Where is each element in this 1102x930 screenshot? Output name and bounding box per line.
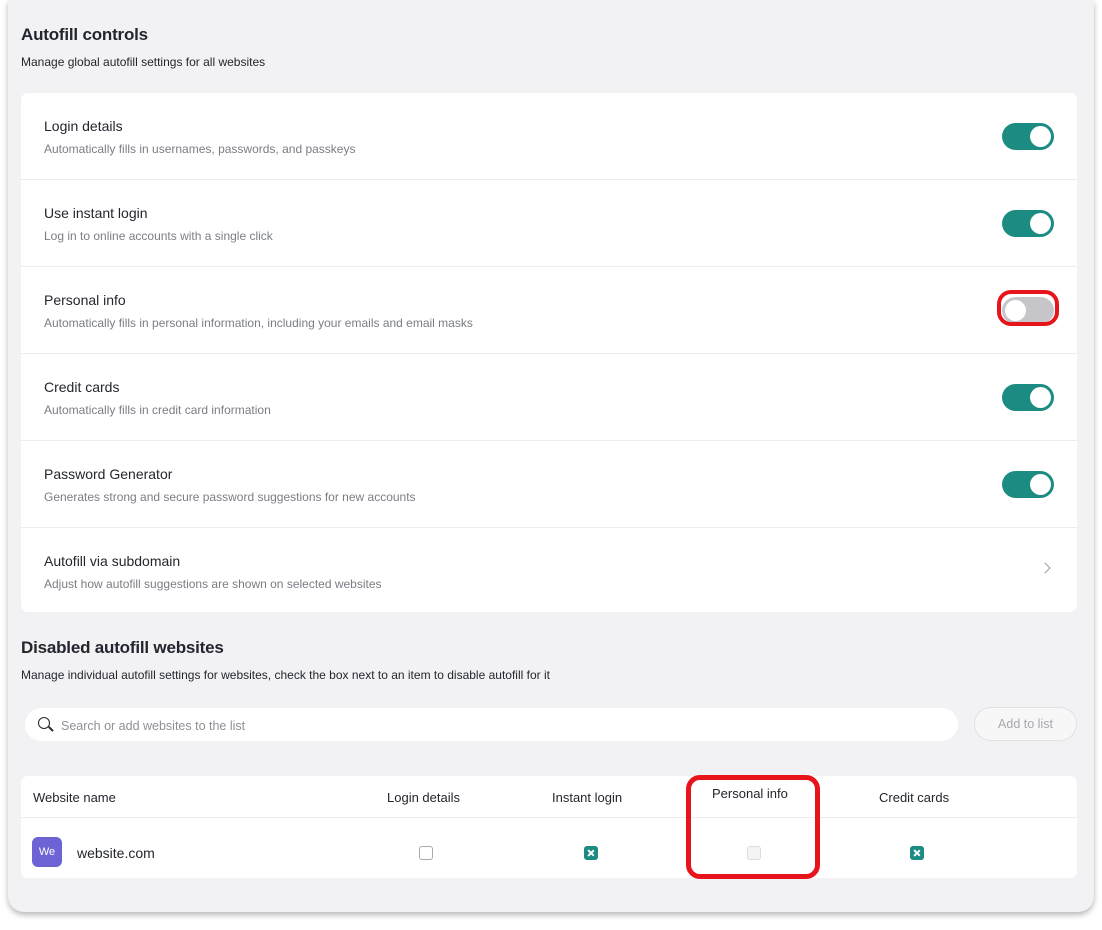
setting-description: Log in to online accounts with a single … [44, 229, 273, 243]
setting-description: Adjust how autofill suggestions are show… [44, 577, 382, 591]
setting-row-password-generator: Password Generator Generates strong and … [21, 441, 1077, 528]
disabled-websites-table: Website name Login details Instant login… [21, 776, 1077, 878]
toggle-knob [1030, 387, 1051, 408]
column-header-login-details: Login details [387, 790, 460, 805]
autofill-settings-card: Login details Automatically fills in use… [21, 93, 1077, 612]
disabled-websites-title: Disabled autofill websites [21, 638, 224, 657]
setting-title: Autofill via subdomain [44, 553, 181, 569]
setting-description: Automatically fills in usernames, passwo… [44, 142, 356, 156]
setting-row-autofill-subdomain[interactable]: Autofill via subdomain Adjust how autofi… [21, 528, 1077, 614]
setting-title: Password Generator [44, 466, 173, 482]
website-search-input[interactable] [59, 708, 943, 743]
login-details-checkbox[interactable] [419, 846, 433, 860]
website-search-bar [25, 708, 958, 743]
add-to-list-button[interactable]: Add to list [974, 707, 1077, 741]
setting-row-personal-info: Personal info Automatically fills in per… [21, 267, 1077, 354]
column-header-instant-login: Instant login [552, 790, 623, 805]
password-generator-toggle[interactable] [1002, 471, 1054, 498]
autofill-controls-title: Autofill controls [21, 25, 148, 44]
login-details-toggle[interactable] [1002, 123, 1054, 150]
avatar: We [32, 837, 62, 867]
autofill-controls-subtitle: Manage global autofill settings for all … [21, 55, 266, 69]
instant-login-checkbox[interactable] [584, 846, 598, 860]
setting-title: Login details [44, 118, 123, 134]
setting-description: Automatically fills in credit card infor… [44, 403, 271, 417]
setting-row-login-details: Login details Automatically fills in use… [21, 93, 1077, 180]
toggle-knob [1030, 126, 1051, 147]
toggle-knob [1030, 213, 1051, 234]
table-header: Website name Login details Instant login… [21, 776, 1077, 818]
website-name: website.com [77, 845, 155, 861]
setting-row-credit-cards: Credit cards Automatically fills in cred… [21, 354, 1077, 441]
credit-cards-checkbox[interactable] [910, 846, 924, 860]
chevron-right-icon [1039, 562, 1051, 574]
setting-title: Credit cards [44, 379, 120, 395]
personal-info-toggle-highlight [997, 290, 1059, 326]
toggle-knob [1030, 474, 1051, 495]
setting-description: Generates strong and secure password sug… [44, 490, 416, 504]
setting-description: Automatically fills in personal informat… [44, 316, 473, 330]
setting-title: Use instant login [44, 205, 148, 221]
disabled-websites-subtitle: Manage individual autofill settings for … [21, 668, 550, 682]
credit-cards-toggle[interactable] [1002, 384, 1054, 411]
column-header-credit-cards: Credit cards [879, 790, 950, 805]
setting-title: Personal info [44, 292, 126, 308]
personal-info-column-highlight [686, 775, 820, 879]
setting-row-instant-login: Use instant login Log in to online accou… [21, 180, 1077, 267]
search-icon [38, 717, 50, 729]
instant-login-toggle[interactable] [1002, 210, 1054, 237]
column-header-website-name: Website name [33, 790, 116, 805]
